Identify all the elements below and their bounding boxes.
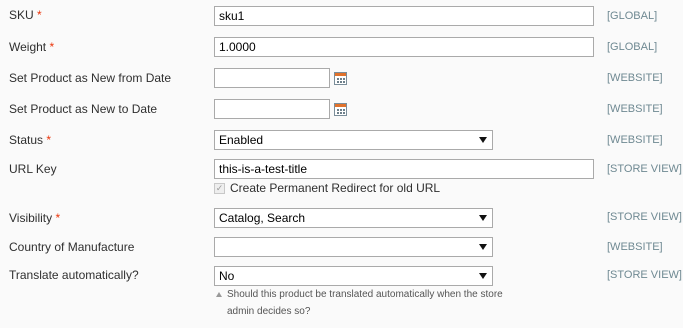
status-selected-value: Enabled bbox=[219, 133, 264, 147]
visibility-select[interactable]: Catalog, Search bbox=[214, 208, 493, 228]
translate-scope: [STORE VIEW] bbox=[607, 269, 682, 281]
calendar-icon[interactable] bbox=[334, 72, 347, 85]
weight-scope: [GLOBAL] bbox=[607, 41, 658, 53]
required-marker: * bbox=[37, 8, 42, 22]
permanent-redirect-checkbox[interactable]: ✓ bbox=[214, 183, 225, 194]
translate-select[interactable]: No bbox=[214, 266, 493, 286]
country-select[interactable] bbox=[214, 237, 493, 257]
status-select[interactable]: Enabled bbox=[214, 130, 493, 150]
dropdown-arrow-icon bbox=[479, 215, 487, 221]
sku-input[interactable] bbox=[214, 6, 594, 26]
weight-input[interactable] bbox=[214, 37, 594, 57]
dropdown-arrow-icon bbox=[479, 244, 487, 250]
visibility-label-text: Visibility bbox=[9, 211, 53, 225]
weight-label: Weight * bbox=[9, 40, 54, 54]
new-to-scope: [WEBSITE] bbox=[607, 103, 663, 115]
status-scope: [WEBSITE] bbox=[607, 134, 663, 146]
new-to-label: Set Product as New to Date bbox=[9, 102, 158, 116]
required-marker: * bbox=[55, 211, 61, 225]
status-label: Status * bbox=[9, 133, 51, 147]
calendar-icon[interactable] bbox=[334, 103, 347, 116]
dropdown-arrow-icon bbox=[479, 137, 487, 143]
required-marker: * bbox=[46, 133, 52, 147]
sku-scope: [GLOBAL] bbox=[607, 10, 658, 22]
visibility-label: Visibility * bbox=[9, 211, 60, 225]
url-key-input[interactable] bbox=[214, 159, 594, 179]
country-scope: [WEBSITE] bbox=[607, 241, 663, 253]
sku-label: SKU * bbox=[9, 8, 42, 22]
status-label-text: Status bbox=[9, 133, 44, 147]
new-from-label: Set Product as New from Date bbox=[9, 71, 172, 85]
new-to-date-input[interactable] bbox=[214, 99, 330, 119]
note-arrow-icon bbox=[216, 292, 222, 297]
country-label: Country of Manufacture bbox=[9, 240, 135, 254]
url-key-label: URL Key bbox=[9, 162, 57, 176]
translate-selected-value: No bbox=[219, 269, 235, 283]
weight-label-text: Weight bbox=[9, 40, 47, 54]
new-from-scope: [WEBSITE] bbox=[607, 72, 663, 84]
visibility-selected-value: Catalog, Search bbox=[219, 211, 306, 225]
sku-label-text: SKU bbox=[9, 8, 34, 22]
new-from-date-input[interactable] bbox=[214, 68, 330, 88]
translate-note: Should this product be translated automa… bbox=[227, 289, 503, 317]
required-marker: * bbox=[49, 40, 55, 54]
visibility-scope: [STORE VIEW] bbox=[607, 211, 682, 223]
url-key-scope: [STORE VIEW] bbox=[607, 163, 682, 175]
translate-label: Translate automatically? bbox=[9, 268, 139, 282]
dropdown-arrow-icon bbox=[479, 273, 487, 279]
permanent-redirect-label: Create Permanent Redirect for old URL bbox=[230, 181, 441, 195]
